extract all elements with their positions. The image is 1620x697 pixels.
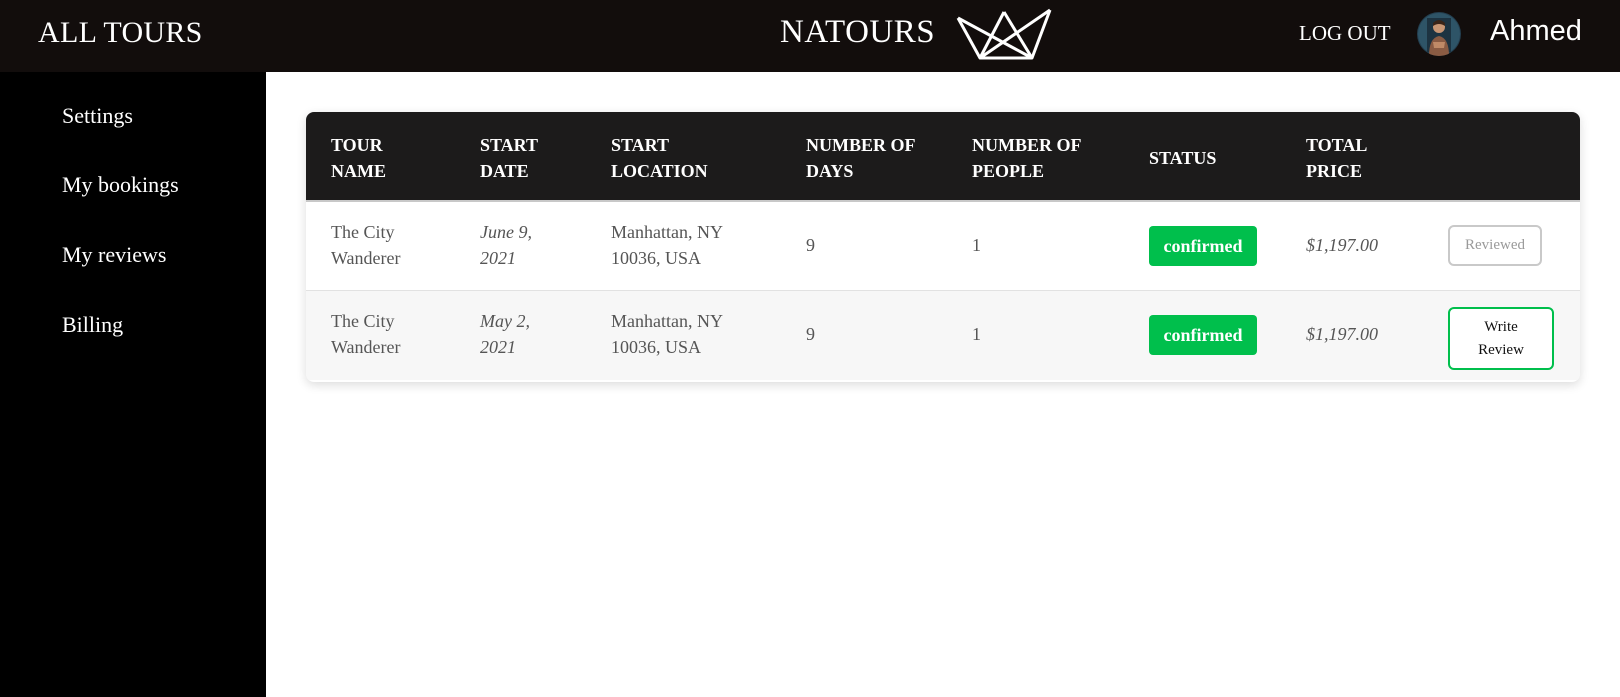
cell-days: 9 — [806, 324, 815, 344]
sidebar-item-my-reviews[interactable]: My reviews — [62, 242, 166, 268]
cell-start-date: May 2, 2021 — [480, 311, 530, 357]
sidebar-item-my-bookings[interactable]: My bookings — [62, 172, 179, 198]
status-badge: confirmed — [1149, 226, 1257, 266]
header-start-date: START DATE — [480, 135, 539, 181]
crown-logo-icon — [956, 8, 1052, 60]
cell-tour-name: The City Wanderer — [331, 311, 401, 357]
logout-button[interactable]: LOG OUT — [1299, 21, 1391, 46]
status-badge: confirmed — [1149, 315, 1257, 355]
table-row: The City Wanderer June 9, 2021 Manhattan… — [306, 202, 1580, 291]
header-total-price: TOTAL PRICE — [1306, 135, 1368, 181]
sidebar: Settings My bookings My reviews Billing — [0, 72, 266, 697]
bookings-table: TOUR NAME START DATE START LOCATION NUMB… — [306, 112, 1580, 382]
table-row: The City Wanderer May 2, 2021 Manhattan,… — [306, 291, 1580, 380]
cell-people: 1 — [972, 235, 981, 255]
user-name[interactable]: Ahmed — [1490, 15, 1582, 48]
cell-total-price: $1,197.00 — [1306, 235, 1378, 255]
cell-start-location: Manhattan, NY 10036, USA — [611, 311, 723, 357]
header-tour-name: TOUR NAME — [331, 135, 386, 181]
top-navbar: ALL TOURS NATOURS LOG OUT Ahmed — [0, 0, 1620, 72]
cell-days: 9 — [806, 235, 815, 255]
cell-tour-name: The City Wanderer — [331, 222, 401, 268]
header-status: STATUS — [1149, 148, 1217, 168]
write-review-button[interactable]: Write Review — [1448, 307, 1554, 370]
cell-start-date: June 9, 2021 — [480, 222, 532, 268]
header-start-location: START LOCATION — [611, 135, 708, 181]
cell-people: 1 — [972, 324, 981, 344]
header-number-of-people: NUMBER OF PEOPLE — [972, 135, 1082, 181]
reviewed-button[interactable]: Reviewed — [1448, 225, 1542, 266]
sidebar-item-billing[interactable]: Billing — [62, 312, 123, 338]
cell-start-location: Manhattan, NY 10036, USA — [611, 222, 723, 268]
sidebar-item-settings[interactable]: Settings — [62, 103, 133, 129]
all-tours-link[interactable]: ALL TOURS — [38, 16, 203, 50]
table-header: TOUR NAME START DATE START LOCATION NUMB… — [306, 112, 1580, 202]
cell-total-price: $1,197.00 — [1306, 324, 1378, 344]
header-number-of-days: NUMBER OF DAYS — [806, 135, 916, 181]
brand-name: NATOURS — [780, 14, 936, 50]
user-avatar[interactable] — [1417, 12, 1461, 56]
